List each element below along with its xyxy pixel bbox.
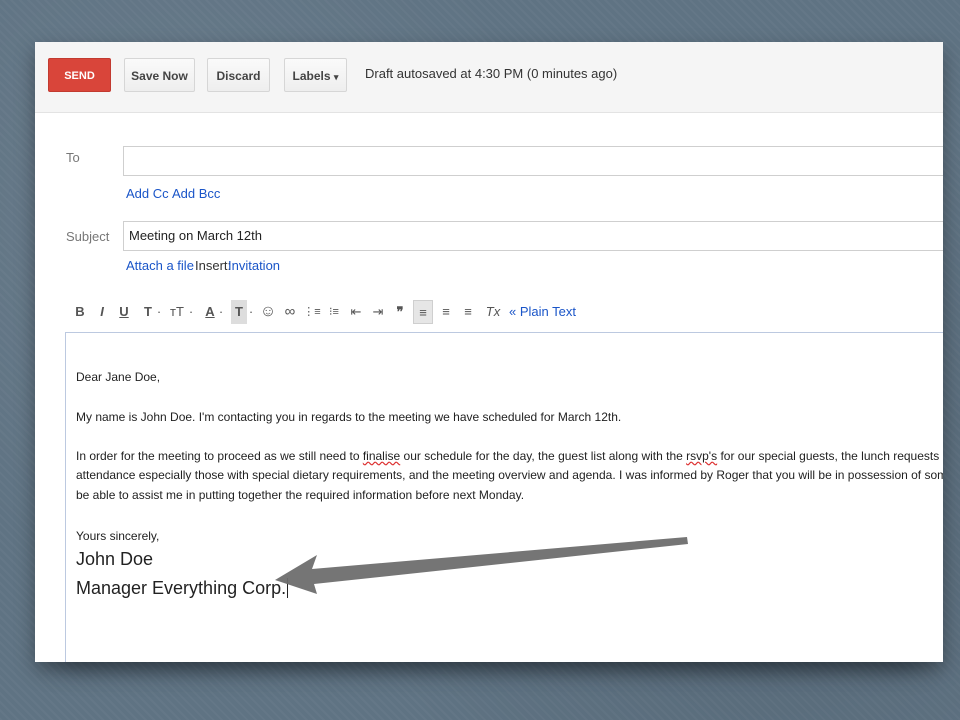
- compose-window: SEND Save Now Discard Labels ▾ Draft aut…: [35, 42, 943, 662]
- pointer-arrow-icon: [275, 537, 688, 594]
